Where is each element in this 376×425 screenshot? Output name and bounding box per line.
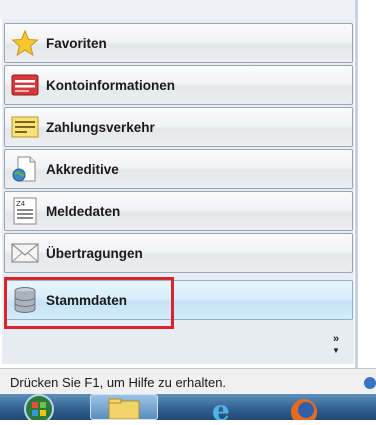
nav-item-label: Favoriten xyxy=(46,35,107,51)
nav-item-label: Akkreditive xyxy=(46,161,119,177)
more-options-button[interactable]: » ▼ xyxy=(328,334,344,356)
svg-text:Z4: Z4 xyxy=(16,200,26,208)
content-area xyxy=(358,0,376,368)
nav-item-label: Kontoinformationen xyxy=(46,77,175,93)
svg-text:e: e xyxy=(212,394,230,420)
chevron-right-icon: » xyxy=(332,333,340,345)
nav-item-favoriten[interactable]: Favoriten xyxy=(4,23,353,63)
envelope-icon xyxy=(10,239,40,267)
nav-item-kontoinformationen[interactable]: Kontoinformationen xyxy=(4,65,353,105)
taskbar-ie-button[interactable]: e xyxy=(200,394,244,425)
nav-item-label: Meldedaten xyxy=(46,203,121,219)
nav-item-label: Übertragungen xyxy=(46,245,143,261)
account-info-icon xyxy=(10,71,40,99)
taskbar-firefox-button[interactable] xyxy=(282,394,326,425)
top-strip xyxy=(0,0,355,19)
status-icon xyxy=(364,377,376,389)
start-orb-icon xyxy=(24,394,54,424)
highlight-box xyxy=(4,277,174,329)
nav-item-uebertragungen[interactable]: Übertragungen xyxy=(4,233,353,273)
status-bar: Drücken Sie F1, um Hilfe zu erhalten. xyxy=(0,368,376,394)
nav-item-akkreditive[interactable]: Akkreditive xyxy=(4,149,353,189)
nav-item-zahlungsverkehr[interactable]: Zahlungsverkehr xyxy=(4,107,353,147)
letter-of-credit-icon xyxy=(10,155,40,183)
payment-icon xyxy=(10,113,40,141)
dropdown-arrow-icon: ▼ xyxy=(332,346,340,355)
nav-item-meldedaten[interactable]: Z4 Meldedaten xyxy=(4,191,353,231)
taskbar: e xyxy=(0,394,376,425)
taskbar-explorer-button[interactable] xyxy=(90,394,158,420)
explorer-icon xyxy=(108,398,140,420)
nav-item-label: Zahlungsverkehr xyxy=(46,119,155,135)
report-data-icon: Z4 xyxy=(10,197,40,225)
star-icon xyxy=(10,29,40,57)
status-text: Drücken Sie F1, um Hilfe zu erhalten. xyxy=(10,375,227,390)
firefox-icon xyxy=(291,399,317,425)
start-button[interactable] xyxy=(14,394,64,424)
internet-explorer-icon: e xyxy=(212,394,230,425)
